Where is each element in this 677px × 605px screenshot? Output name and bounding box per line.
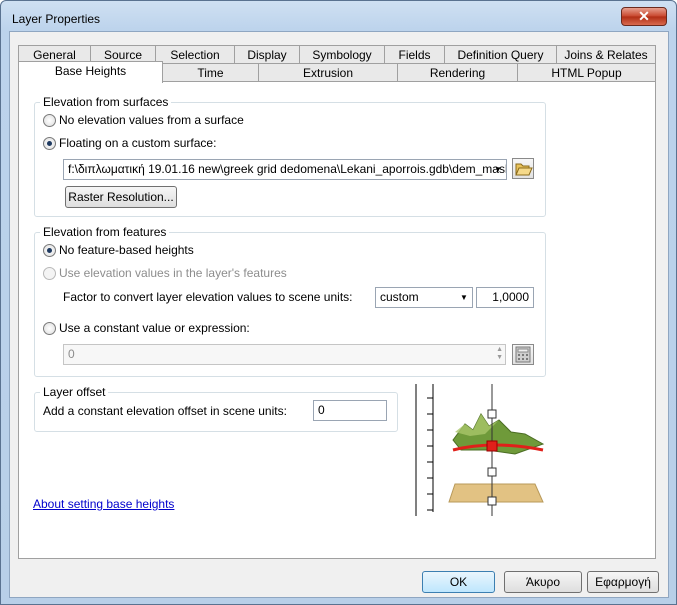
floating-surface-label[interactable]: Floating on a custom surface: — [59, 136, 216, 150]
apply-button[interactable]: Εφαρμογή — [587, 571, 659, 593]
constant-value-input[interactable]: 0 ▲ ▼ — [63, 344, 506, 365]
floating-surface-radio[interactable] — [43, 137, 56, 150]
layer-elevation-values-label[interactable]: Use elevation values in the layer's feat… — [59, 266, 287, 280]
tab-time[interactable]: Time — [162, 63, 259, 82]
calculator-icon — [515, 346, 531, 363]
height-marker-top — [487, 409, 497, 419]
tab-joins-relates[interactable]: Joins & Relates — [556, 45, 656, 64]
height-marker-base — [487, 496, 497, 506]
expression-calculator-button[interactable] — [512, 344, 534, 365]
browse-surface-button[interactable] — [512, 158, 534, 179]
about-base-heights-link[interactable]: About setting base heights — [33, 497, 174, 511]
conversion-unit-dropdown[interactable]: custom ▼ — [375, 287, 473, 308]
tab-html-popup[interactable]: HTML Popup — [517, 63, 656, 82]
open-folder-icon — [515, 163, 533, 176]
surface-path-dropdown[interactable]: f:\διπλωματική 19.01.16 new\greek grid d… — [63, 159, 507, 180]
conversion-factor-label: Factor to convert layer elevation values… — [63, 290, 353, 304]
tab-definition-query[interactable]: Definition Query — [444, 45, 557, 64]
height-marker-surface — [486, 440, 498, 452]
no-feature-heights-radio[interactable] — [43, 244, 56, 257]
ok-button[interactable]: OK — [422, 571, 495, 593]
height-marker-middle — [487, 467, 497, 477]
spinner-arrows-icon[interactable]: ▲ ▼ — [496, 346, 503, 362]
illustration-scale-ticks — [427, 397, 433, 511]
elevation-surfaces-title: Elevation from surfaces — [40, 95, 172, 109]
chevron-down-icon: ▼ — [460, 293, 468, 302]
title-bar[interactable]: Layer Properties ✕ — [1, 1, 676, 31]
layer-offset-title: Layer offset — [40, 385, 109, 399]
tab-display[interactable]: Display — [234, 45, 300, 64]
layer-elevation-values-radio[interactable] — [43, 267, 56, 280]
tab-fields[interactable]: Fields — [384, 45, 445, 64]
constant-value-text: 0 — [68, 347, 75, 361]
no-surface-elevation-radio[interactable] — [43, 114, 56, 127]
tab-base-heights[interactable]: Base Heights — [18, 61, 163, 83]
base-heights-panel: Elevation from surfaces No elevation val… — [18, 81, 656, 559]
raster-resolution-button[interactable]: Raster Resolution... — [65, 186, 177, 208]
no-feature-heights-label[interactable]: No feature-based heights — [59, 243, 194, 257]
tab-selection[interactable]: Selection — [155, 45, 235, 64]
surface-path-value: f:\διπλωματική 19.01.16 new\greek grid d… — [68, 162, 507, 176]
layer-offset-input[interactable]: 0 — [313, 400, 387, 421]
constant-value-label[interactable]: Use a constant value or expression: — [59, 321, 250, 335]
cancel-button[interactable]: Άκυρο — [504, 571, 582, 593]
base-heights-illustration — [415, 384, 545, 516]
layer-offset-label: Add a constant elevation offset in scene… — [43, 404, 287, 418]
tab-extrusion[interactable]: Extrusion — [258, 63, 398, 82]
chevron-down-icon: ▼ — [494, 165, 502, 174]
no-surface-elevation-label[interactable]: No elevation values from a surface — [59, 113, 244, 127]
tab-rendering[interactable]: Rendering — [397, 63, 518, 82]
conversion-factor-input[interactable]: 1,0000 — [476, 287, 534, 308]
layer-properties-window: Layer Properties ✕ General Source Select… — [0, 0, 677, 605]
constant-value-radio[interactable] — [43, 322, 56, 335]
conversion-unit-value: custom — [380, 290, 419, 304]
close-button[interactable]: ✕ — [621, 7, 667, 26]
tab-symbology[interactable]: Symbology — [299, 45, 385, 64]
window-title: Layer Properties — [12, 12, 101, 26]
elevation-features-title: Elevation from features — [40, 225, 170, 239]
